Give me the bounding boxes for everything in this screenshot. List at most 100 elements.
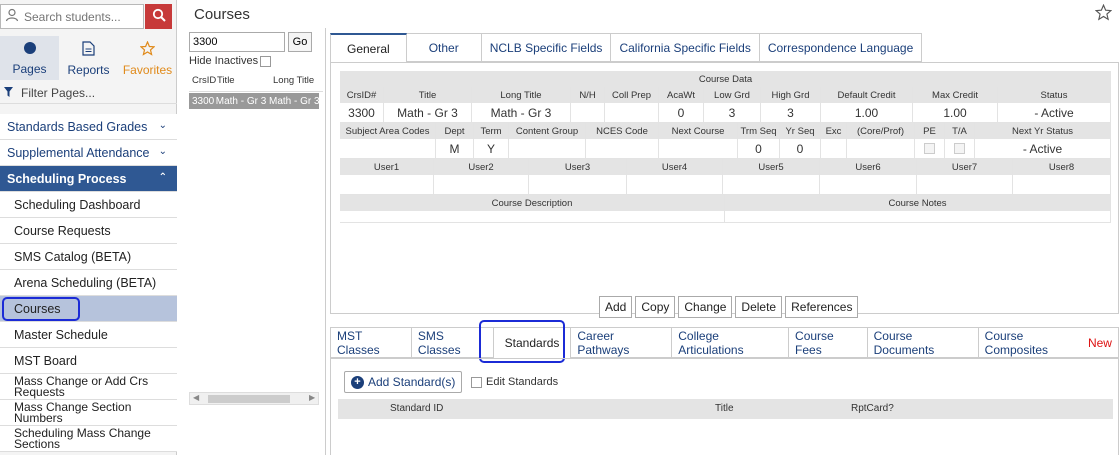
table-row[interactable]: 3300 Math - Gr 3 Math - Gr 3 (189, 93, 319, 109)
column-header: Standard ID (390, 403, 444, 414)
menu-item-courses[interactable]: Courses (0, 296, 177, 322)
hide-inactives-checkbox[interactable]: Hide Inactives (189, 55, 272, 67)
table-cell: Term (474, 123, 509, 139)
tab-course-documents[interactable]: Course Documents (867, 327, 979, 358)
table-cell: 1.00 (821, 103, 913, 122)
table-cell: 0 (738, 139, 780, 158)
favorite-star-icon[interactable] (1094, 3, 1113, 24)
horizontal-scrollbar[interactable]: ◀ ▶ (189, 392, 319, 405)
search-button[interactable] (145, 4, 172, 29)
tab-mst-classes[interactable]: MST Classes (330, 327, 412, 358)
menu-group-scheduling-process[interactable]: Scheduling Process ⌃ (0, 166, 177, 192)
table-cell: Math - Gr 3 (472, 103, 571, 122)
menu-group-label: Supplemental Attendance (7, 145, 150, 160)
menu-group-supplemental-attendance[interactable]: Supplemental Attendance ⌄ (0, 140, 177, 166)
table-cell-empty (529, 175, 627, 194)
table-cell: NCES Code (586, 123, 659, 139)
value-row: MY 00 - Active (340, 139, 1111, 159)
nav-tab-pages[interactable]: Pages (0, 36, 59, 80)
tab-california-specific-fields[interactable]: California Specific Fields (611, 33, 760, 62)
table-cell-empty (340, 175, 434, 194)
table-cell: User3 (529, 159, 627, 175)
row-cell: 3300 (192, 95, 215, 107)
delete-button[interactable]: Delete (735, 296, 783, 318)
scroll-left-icon[interactable]: ◀ (193, 393, 199, 402)
search-input[interactable] (24, 9, 139, 24)
menu-item-scheduling-dashboard[interactable]: Scheduling Dashboard (0, 192, 177, 218)
scroll-right-icon[interactable]: ▶ (309, 393, 315, 402)
tab-course-fees[interactable]: Course Fees (789, 327, 868, 358)
highlight-box (2, 297, 80, 321)
scroll-thumb[interactable] (208, 395, 290, 403)
action-buttons: Add Copy Change Delete References (599, 296, 859, 318)
checkbox[interactable] (924, 143, 935, 154)
menu-item-course-requests[interactable]: Course Requests (0, 218, 177, 244)
tab-other[interactable]: Other (406, 33, 482, 62)
change-button[interactable]: Change (678, 296, 733, 318)
table-cell: Long Title (472, 87, 571, 103)
table-cell (340, 139, 436, 158)
edit-standards-label: Edit Standards (486, 376, 559, 388)
edit-standards-checkbox[interactable]: Edit Standards (471, 376, 558, 388)
chevron-down-icon: ⌄ (158, 120, 167, 131)
tab-course-composites[interactable]: Course Composites New (978, 327, 1119, 358)
nav-tab-label: Reports (67, 63, 110, 77)
hide-inactives-label: Hide Inactives (189, 55, 259, 67)
table-cell: 3 (704, 103, 761, 122)
table-cell: User2 (434, 159, 529, 175)
person-icon (5, 8, 19, 25)
tab-correspondence-language[interactable]: Correspondence Language (759, 33, 923, 62)
menu-item-mst-board[interactable]: MST Board (0, 348, 177, 374)
table-cell: 0 (780, 139, 821, 158)
copy-button[interactable]: Copy (635, 296, 676, 318)
checkbox[interactable] (954, 143, 965, 154)
table-cell-empty (434, 175, 529, 194)
tab-career-pathways[interactable]: Career Pathways (571, 327, 673, 358)
table-cell (586, 139, 659, 158)
course-list-panel: Go Hide Inactives CrsID Title Long Title… (186, 28, 326, 455)
course-search-input[interactable] (189, 32, 285, 52)
table-cell: Status (998, 87, 1111, 103)
tab-college-articulations[interactable]: College Articulations (672, 327, 790, 358)
nav-tab-label: Pages (12, 62, 47, 76)
checkbox[interactable] (260, 55, 272, 67)
nav-tab-favorites[interactable]: Favorites (118, 36, 177, 80)
table-cell: Course Notes (725, 195, 1111, 211)
table-cell-empty (725, 211, 1111, 222)
header-row: User1 User2 User3 User4 User5 User6 User7 User8 (340, 159, 1111, 175)
table-cell (571, 103, 605, 122)
top-tabs: General Other NCLB Specific Fields Calif… (330, 33, 923, 62)
menu-item-master-schedule[interactable]: Master Schedule (0, 322, 177, 348)
menu-item-scheduling-mass-change-sections[interactable]: Scheduling Mass Change Sections (0, 426, 177, 452)
table-cell: Next Yr Status (975, 123, 1111, 139)
menu-item-sms-catalog[interactable]: SMS Catalog (BETA) (0, 244, 177, 270)
references-button[interactable]: References (785, 296, 859, 318)
table-cell: User5 (723, 159, 820, 175)
header-row: Subject Area Codes Dept Term Content Group N… (340, 123, 1111, 139)
highlight-box (479, 320, 565, 363)
pe-checkbox[interactable] (915, 139, 945, 158)
add-button[interactable]: Add (599, 296, 633, 318)
ta-checkbox[interactable] (945, 139, 975, 158)
menu-item-arena-scheduling[interactable]: Arena Scheduling (BETA) (0, 270, 177, 296)
menu-item-mass-change-section-numbers[interactable]: Mass Change Section Numbers (0, 400, 177, 426)
search-icon (152, 8, 166, 25)
table-cell: - Active (998, 103, 1111, 122)
table-cell: 3 (761, 103, 821, 122)
table-cell: Coll Prep (605, 87, 659, 103)
menu-item-mass-change-crs-requests[interactable]: Mass Change or Add Crs Requests (0, 374, 177, 400)
table-cell: User4 (627, 159, 723, 175)
checkbox[interactable] (471, 376, 482, 388)
search-box (0, 4, 144, 29)
tab-nclb-specific-fields[interactable]: NCLB Specific Fields (481, 33, 612, 62)
tab-general[interactable]: General (330, 33, 407, 62)
table-cell: M (436, 139, 474, 158)
nav-tab-reports[interactable]: Reports (59, 36, 118, 80)
table-cell: Y (474, 139, 509, 158)
menu-group-standards-based-grades[interactable]: Standards Based Grades ⌄ (0, 114, 177, 140)
add-standard-button[interactable]: + Add Standard(s) (344, 371, 463, 393)
row-cell: Math - Gr 3 (269, 95, 319, 107)
filter-pages[interactable]: Filter Pages... (0, 82, 177, 104)
table-cell (509, 139, 586, 158)
go-button[interactable]: Go (288, 32, 312, 52)
